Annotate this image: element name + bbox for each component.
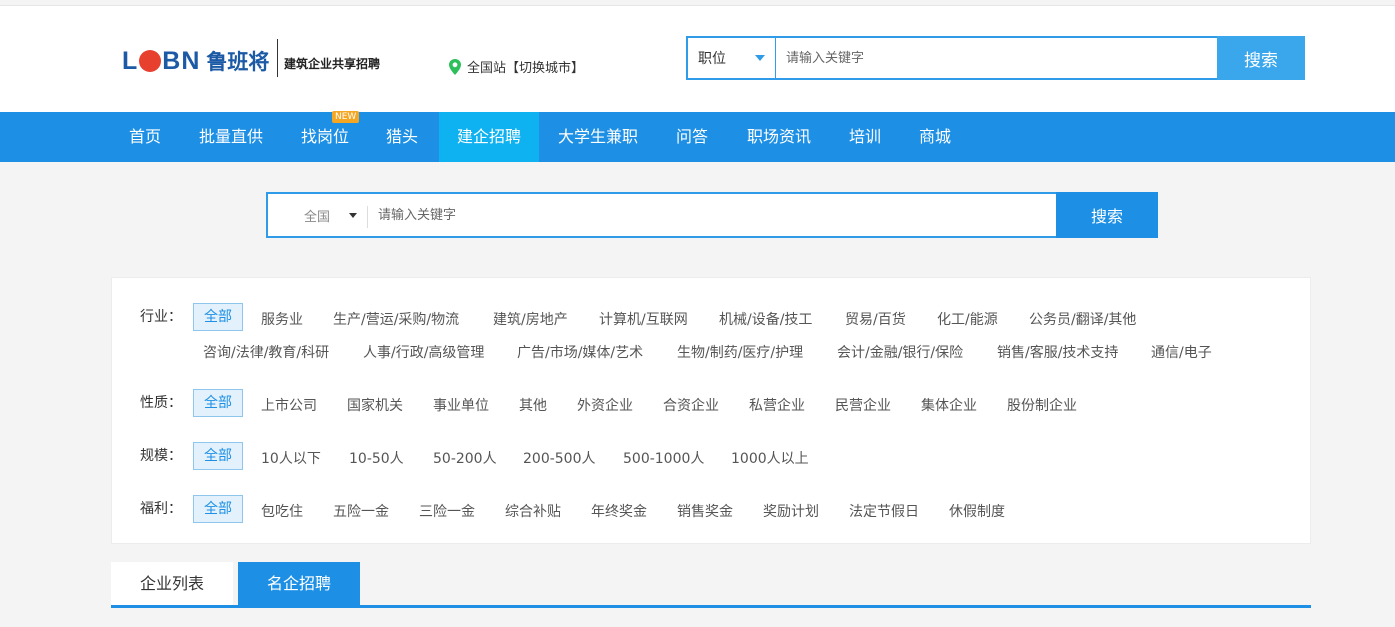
nav-item-headhunter[interactable]: 猎头 bbox=[374, 112, 430, 162]
industry-filter-label: 行业： bbox=[140, 309, 182, 325]
nav-item-mall[interactable]: 商城 bbox=[908, 112, 962, 162]
nature-option[interactable]: 事业单位 bbox=[433, 395, 489, 415]
nav-item-training[interactable]: 培训 bbox=[838, 112, 892, 162]
chevron-down-icon bbox=[755, 55, 765, 61]
scale-filter-label: 规模： bbox=[140, 448, 182, 464]
welfare-option[interactable]: 五险一金 bbox=[333, 501, 389, 521]
company-search-input[interactable] bbox=[368, 192, 1056, 238]
tab-company-list[interactable]: 企业列表 bbox=[111, 562, 233, 605]
industry-option[interactable]: 公务员/翻译/其他 bbox=[1029, 309, 1136, 329]
company-search-button[interactable]: 搜索 bbox=[1056, 192, 1158, 238]
nature-option[interactable]: 其他 bbox=[519, 395, 547, 415]
industry-option-all[interactable]: 全部 bbox=[193, 303, 243, 331]
location-pin-icon bbox=[449, 58, 461, 75]
logo-divider bbox=[277, 39, 278, 77]
nature-option[interactable]: 外资企业 bbox=[577, 395, 633, 415]
scale-option[interactable]: 50-200人 bbox=[433, 448, 497, 468]
site-header: L BN 鲁班将 建筑企业共享招聘 全国站【切换城市】 职位 搜索 bbox=[0, 6, 1395, 112]
scale-option[interactable]: 200-500人 bbox=[523, 448, 596, 468]
caret-down-icon bbox=[349, 213, 357, 218]
nav-item-home[interactable]: 首页 bbox=[112, 112, 178, 162]
industry-option[interactable]: 人事/行政/高级管理 bbox=[363, 342, 484, 362]
nature-option[interactable]: 国家机关 bbox=[347, 395, 403, 415]
city-switcher[interactable]: 全国站【切换城市】 bbox=[447, 57, 584, 76]
nav-item-qa[interactable]: 问答 bbox=[665, 112, 719, 162]
industry-option[interactable]: 会计/金融/银行/保险 bbox=[837, 342, 963, 362]
company-search-bar: 全国 搜索 bbox=[266, 192, 1158, 238]
welfare-filter-label: 福利： bbox=[140, 501, 182, 517]
header-search-input[interactable] bbox=[776, 36, 1217, 80]
industry-option[interactable]: 销售/客服/技术支持 bbox=[997, 342, 1118, 362]
nav-item-company-recruit[interactable]: 建企招聘 bbox=[439, 112, 539, 162]
nature-option[interactable]: 上市公司 bbox=[261, 395, 317, 415]
nav-item-bulk-supply[interactable]: 批量直供 bbox=[188, 112, 274, 162]
search-type-value: 职位 bbox=[698, 51, 726, 67]
nav-item-career-news[interactable]: 职场资讯 bbox=[738, 112, 820, 162]
nature-option[interactable]: 集体企业 bbox=[921, 395, 977, 415]
logo-dot-icon bbox=[139, 50, 162, 72]
tab-famous-company-recruit[interactable]: 名企招聘 bbox=[238, 562, 360, 605]
nav-item-student-parttime[interactable]: 大学生兼职 bbox=[550, 112, 646, 162]
welfare-option[interactable]: 奖励计划 bbox=[763, 501, 819, 521]
header-search-bar: 职位 搜索 bbox=[686, 36, 1305, 80]
industry-option[interactable]: 贸易/百货 bbox=[845, 309, 906, 329]
main-nav: 首页 批量直供 找岗位 NEW 猎头 建企招聘 大学生兼职 问答 职场资讯 培训… bbox=[0, 111, 1395, 162]
welfare-option-all[interactable]: 全部 bbox=[193, 495, 243, 523]
welfare-option[interactable]: 综合补贴 bbox=[505, 501, 561, 521]
search-type-select[interactable]: 职位 bbox=[686, 36, 776, 80]
industry-option[interactable]: 广告/市场/媒体/艺术 bbox=[517, 342, 643, 362]
industry-option[interactable]: 计算机/互联网 bbox=[599, 309, 688, 329]
site-logo[interactable]: L BN 鲁班将 bbox=[122, 46, 269, 76]
nav-item-find-job-label: 找岗位 bbox=[300, 127, 349, 146]
filter-panel: 行业： 全部 服务业 生产/营运/采购/物流 建筑/房地产 计算机/互联网 机械… bbox=[111, 277, 1311, 544]
industry-option[interactable]: 生物/制药/医疗/护理 bbox=[677, 342, 803, 362]
header-search-button[interactable]: 搜索 bbox=[1217, 36, 1305, 80]
logo-chinese-name: 鲁班将 bbox=[206, 50, 270, 74]
welfare-option[interactable]: 销售奖金 bbox=[677, 501, 733, 521]
welfare-option[interactable]: 三险一金 bbox=[419, 501, 475, 521]
site-slogan: 建筑企业共享招聘 bbox=[284, 57, 381, 71]
welfare-option[interactable]: 包吃住 bbox=[261, 501, 303, 521]
nature-option[interactable]: 合资企业 bbox=[663, 395, 719, 415]
scale-option[interactable]: 1000人以上 bbox=[731, 448, 809, 468]
logo-letter: L bbox=[122, 46, 139, 75]
nature-option[interactable]: 股份制企业 bbox=[1007, 395, 1077, 415]
industry-option[interactable]: 生产/营运/采购/物流 bbox=[333, 309, 459, 329]
select-divider bbox=[367, 206, 368, 228]
nav-item-find-job[interactable]: 找岗位 NEW bbox=[292, 111, 360, 162]
industry-option[interactable]: 通信/电子 bbox=[1151, 342, 1212, 362]
industry-option[interactable]: 咨询/法律/教育/科研 bbox=[203, 342, 329, 362]
scale-option[interactable]: 10-50人 bbox=[349, 448, 404, 468]
industry-option[interactable]: 建筑/房地产 bbox=[493, 309, 568, 329]
welfare-option[interactable]: 年终奖金 bbox=[591, 501, 647, 521]
welfare-option[interactable]: 休假制度 bbox=[949, 501, 1005, 521]
scale-option[interactable]: 500-1000人 bbox=[623, 448, 704, 468]
industry-option[interactable]: 化工/能源 bbox=[937, 309, 998, 329]
welfare-option[interactable]: 法定节假日 bbox=[849, 501, 919, 521]
company-tabs: 企业列表 名企招聘 bbox=[111, 562, 1311, 608]
nature-filter-label: 性质： bbox=[140, 395, 182, 411]
scale-option-all[interactable]: 全部 bbox=[193, 442, 243, 470]
scale-option[interactable]: 10人以下 bbox=[261, 448, 321, 468]
nature-option[interactable]: 民营企业 bbox=[835, 395, 891, 415]
logo-letters: BN bbox=[162, 46, 201, 75]
region-value: 全国 bbox=[304, 209, 331, 225]
city-switcher-label: 全国站【切换城市】 bbox=[467, 61, 585, 76]
nature-option[interactable]: 私营企业 bbox=[749, 395, 805, 415]
industry-option[interactable]: 服务业 bbox=[261, 309, 303, 329]
region-select[interactable]: 全国 bbox=[266, 192, 368, 238]
industry-option[interactable]: 机械/设备/技工 bbox=[719, 309, 812, 329]
new-badge: NEW bbox=[332, 111, 360, 123]
nature-option-all[interactable]: 全部 bbox=[193, 389, 243, 417]
